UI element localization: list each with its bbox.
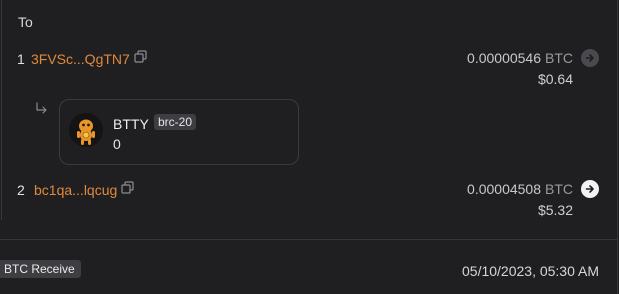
outputs-section-title: To	[18, 14, 33, 30]
section-divider	[0, 239, 617, 240]
arrow-right-icon[interactable]	[581, 49, 599, 67]
output-usd-2: $5.32	[537, 202, 573, 218]
output-amount-unit: BTC	[545, 50, 573, 66]
output-index: 1	[17, 51, 25, 67]
arrow-right-icon[interactable]	[581, 180, 599, 198]
outputs-left-rule	[1, 0, 2, 220]
branch-arrow-icon	[36, 102, 47, 114]
token-amount: 0	[113, 136, 121, 152]
output-amount-value: 0.00000546	[467, 50, 541, 66]
copy-icon[interactable]	[134, 49, 147, 63]
output-address-text[interactable]: bc1qa...lqcug	[34, 182, 117, 198]
output-amount-2: 0.00004508 BTC	[467, 180, 599, 198]
output-amount-unit: BTC	[545, 181, 573, 197]
output-address-1[interactable]: 3FVSc...QgTN7	[31, 49, 147, 67]
output-amount-1: 0.00000546 BTC	[467, 49, 599, 67]
output-address-2[interactable]: bc1qa...lqcug	[34, 180, 134, 198]
token-avatar	[69, 113, 103, 147]
token-standard-badge: brc-20	[154, 114, 197, 130]
transaction-type-badge: BTC Receive	[0, 260, 81, 278]
copy-icon[interactable]	[121, 180, 134, 194]
output-index: 2	[17, 182, 25, 198]
output-amount-value: 0.00004508	[467, 181, 541, 197]
transaction-timestamp: 05/10/2023, 05:30 AM	[462, 263, 599, 279]
output-usd-1: $0.64	[537, 71, 573, 87]
transaction-detail-panel: To 1 3FVSc...QgTN7 0.00000546 BTC $0.64	[0, 0, 618, 294]
token-name: BTTY	[113, 116, 149, 132]
output-address-text[interactable]: 3FVSc...QgTN7	[31, 51, 130, 67]
inscription-card[interactable]: BTTY brc-20 0	[59, 99, 299, 165]
